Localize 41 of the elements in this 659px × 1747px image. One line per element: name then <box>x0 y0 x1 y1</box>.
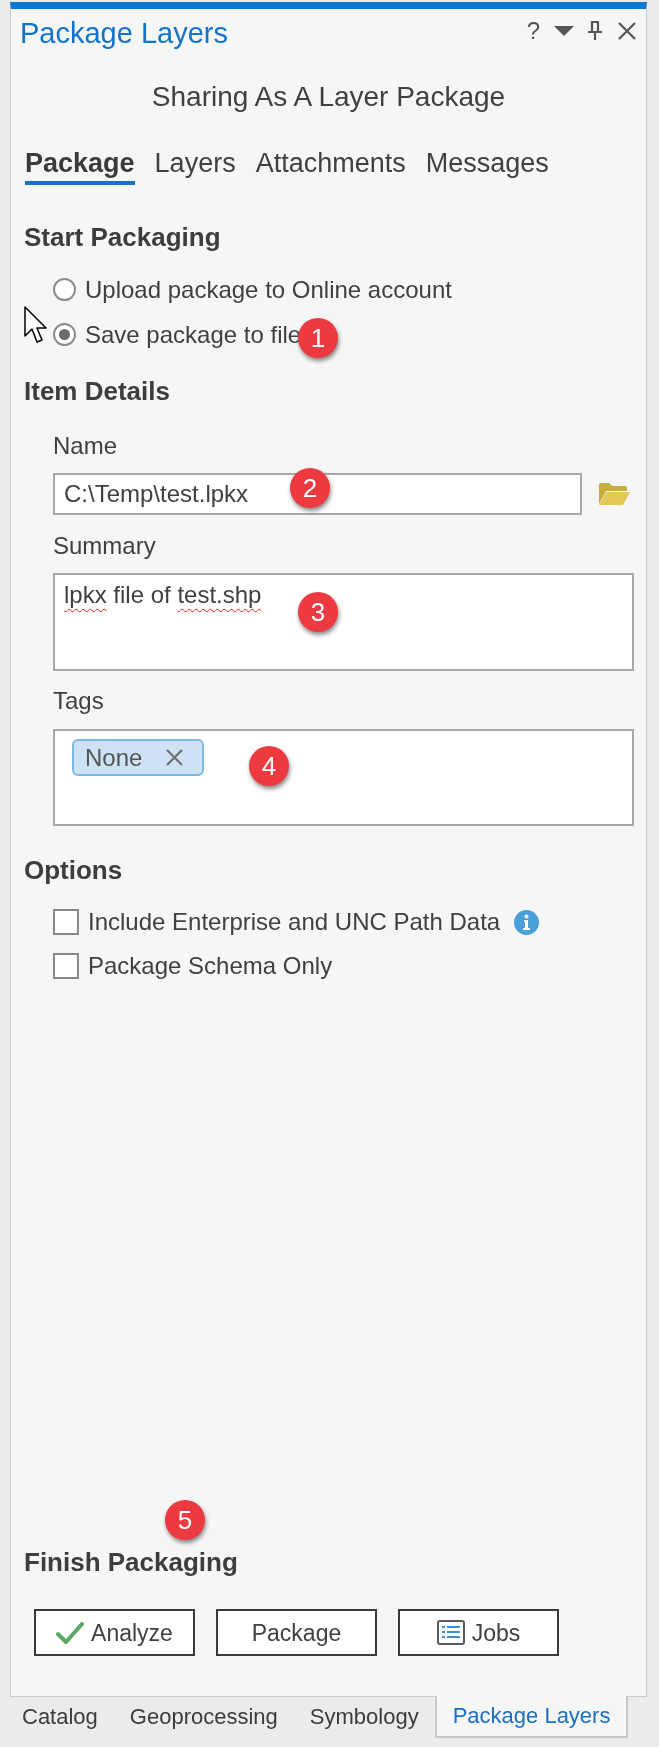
annotation-marker: 5 <box>165 1500 205 1540</box>
close-icon[interactable] <box>618 22 636 40</box>
annotation-marker: 1 <box>298 318 338 358</box>
section-heading: Start Packaging <box>23 221 222 253</box>
tab[interactable]: Messages <box>425 146 549 185</box>
info-icon[interactable] <box>514 909 540 935</box>
radio-button[interactable] <box>53 323 76 346</box>
checkbox[interactable] <box>53 909 79 935</box>
dock-tab[interactable]: Package Layers <box>434 1696 629 1738</box>
help-button[interactable]: ? <box>526 16 540 46</box>
checkbox-label[interactable]: Package Schema Only <box>88 952 333 980</box>
dock-tab[interactable]: Catalog <box>6 1696 114 1738</box>
option-label[interactable]: Upload package to Online account <box>85 275 452 304</box>
tag-chip[interactable]: None <box>72 739 205 776</box>
field-label: Summary <box>53 532 157 560</box>
section-heading: Options <box>23 854 124 886</box>
section-heading: Item Details <box>23 375 171 407</box>
caret-down-icon[interactable] <box>554 26 574 36</box>
action-button[interactable]: Package <box>216 1609 377 1656</box>
tab[interactable]: Attachments <box>255 146 406 185</box>
remove-icon[interactable] <box>166 749 184 766</box>
action-button[interactable]: Analyze <box>34 1609 195 1656</box>
checkbox-label[interactable]: Include Enterprise and UNC Path Data <box>88 908 501 936</box>
radio-button[interactable] <box>53 278 76 301</box>
list-icon <box>436 1620 465 1645</box>
dock-tab[interactable]: Geoprocessing <box>113 1696 294 1738</box>
field-label: Tags <box>53 687 105 715</box>
checkbox[interactable] <box>53 953 79 979</box>
tab[interactable]: Package <box>25 146 135 185</box>
folder-icon[interactable] <box>598 482 631 506</box>
action-button[interactable]: Jobs <box>398 1609 559 1656</box>
pin-icon[interactable] <box>587 21 603 41</box>
mouse-pointer-icon <box>24 306 48 344</box>
section-heading: Finish Packaging <box>23 1546 239 1578</box>
dock-tab[interactable]: Symbology <box>293 1696 435 1738</box>
check-icon <box>56 1621 85 1644</box>
panel-title: Package Layers <box>20 16 228 51</box>
tab[interactable]: Layers <box>154 146 236 185</box>
annotation-marker: 2 <box>290 468 330 508</box>
panel-subtitle: Sharing As A Layer Package <box>150 80 507 114</box>
field-label: Name <box>53 432 119 460</box>
